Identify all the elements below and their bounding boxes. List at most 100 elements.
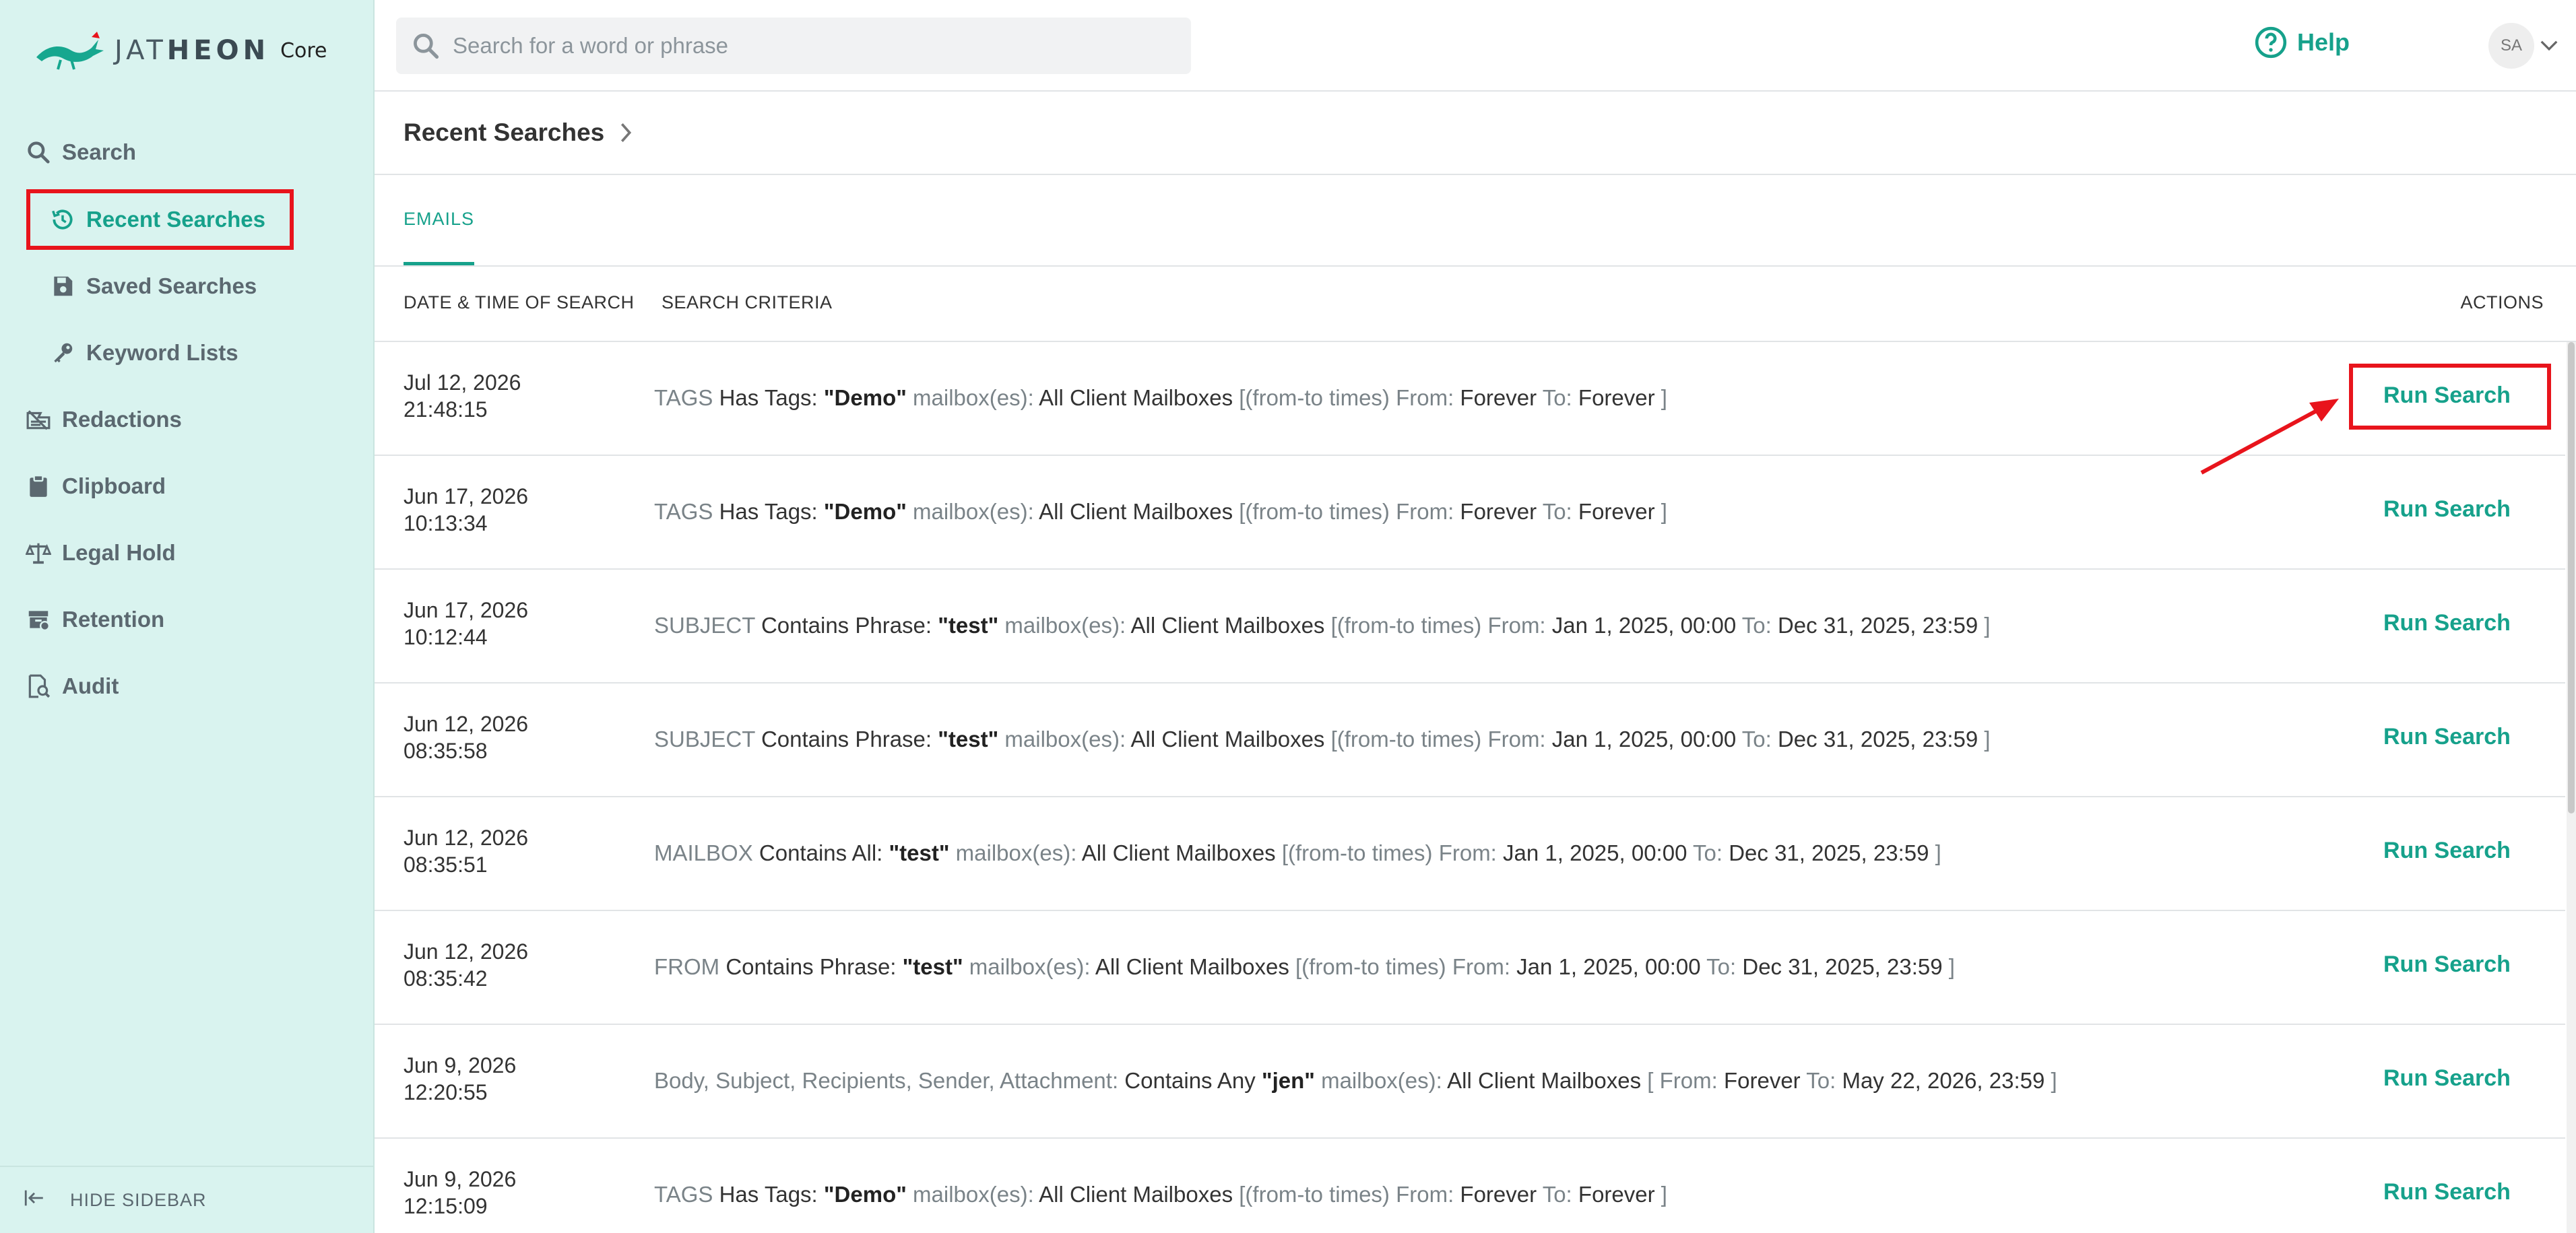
criteria-mailbox-label: mailbox(es): <box>1321 1068 1442 1093</box>
search-time: 12:20:55 <box>404 1080 488 1104</box>
criteria-range-open: [(from-to times) From: <box>1239 385 1454 410</box>
chevron-down-icon[interactable] <box>2539 38 2559 54</box>
redaction-icon <box>23 404 54 435</box>
history-icon <box>47 204 78 235</box>
chevron-right-icon <box>621 123 632 142</box>
search-criteria: TAGS Has Tags: "Demo" mailbox(es): All C… <box>654 499 1667 525</box>
top-bar: Help SA <box>375 0 2576 92</box>
search-datetime: Jun 9, 2026 12:15:09 <box>404 1166 516 1220</box>
search-date: Jun 17, 2026 <box>404 484 529 508</box>
criteria-to-label: To: <box>1741 613 1772 638</box>
search-criteria: SUBJECT Contains Phrase: "test" mailbox(… <box>654 727 1991 752</box>
tab-emails[interactable]: EMAILS <box>404 209 475 265</box>
search-date: Jun 12, 2026 <box>404 826 529 850</box>
search-input[interactable] <box>453 33 1126 59</box>
sidebar-item-legal-hold[interactable]: Legal Hold <box>0 525 176 581</box>
search-datetime: Jun 12, 2026 08:35:58 <box>404 710 528 764</box>
criteria-field: SUBJECT <box>654 727 755 752</box>
criteria-mailbox-label: mailbox(es): <box>913 499 1034 524</box>
run-search-button[interactable]: Run Search <box>2383 1065 2511 1092</box>
scrollbar-thumb[interactable] <box>2568 342 2575 813</box>
criteria-mailbox: All Client Mailboxes <box>1130 727 1325 752</box>
search-date: Jun 9, 2026 <box>404 1167 517 1191</box>
sidebar-item-clipboard[interactable]: Clipboard <box>0 458 166 514</box>
sidebar-item-audit[interactable]: Audit <box>0 658 119 714</box>
tab-bar: EMAILS <box>375 175 2576 267</box>
criteria-field: Body, Subject, Recipients, Sender, Attac… <box>654 1068 1119 1093</box>
product-name: Core <box>280 38 327 63</box>
brand-wordmark: JATHEON <box>115 35 270 66</box>
run-search-button[interactable]: Run Search <box>2383 952 2511 978</box>
clipboard-icon <box>23 471 54 502</box>
run-search-button[interactable]: Run Search <box>2383 496 2511 523</box>
table-row: Jun 9, 2026 12:20:55 Body, Subject, Reci… <box>375 1025 2565 1139</box>
criteria-field: TAGS <box>654 499 713 524</box>
search-datetime: Jun 12, 2026 08:35:42 <box>404 938 528 992</box>
search-icon <box>414 34 439 59</box>
user-avatar[interactable]: SA <box>2488 23 2534 69</box>
criteria-term: "Demo" <box>823 499 907 524</box>
search-icon <box>23 137 54 168</box>
sidebar-item-redactions[interactable]: Redactions <box>0 391 182 448</box>
search-time: 08:35:42 <box>404 966 488 991</box>
table-row: Jun 17, 2026 10:12:44 SUBJECT Contains P… <box>375 570 2565 684</box>
criteria-mailbox: All Client Mailboxes <box>1081 840 1276 865</box>
criteria-term: "jen" <box>1261 1068 1315 1093</box>
sidebar-item-label: Retention <box>62 607 165 632</box>
criteria-range-close: ] <box>1661 1182 1667 1207</box>
criteria-operator: Contains Phrase: <box>726 954 897 979</box>
global-search[interactable] <box>396 18 1191 74</box>
sidebar-item-label: Clipboard <box>62 473 166 498</box>
criteria-operator: Has Tags: <box>719 1182 818 1207</box>
criteria-range-close: ] <box>1661 499 1667 524</box>
search-date: Jun 17, 2026 <box>404 598 529 622</box>
sidebar-item-keyword-lists[interactable]: Keyword Lists <box>0 325 238 381</box>
search-datetime: Jun 17, 2026 10:12:44 <box>404 597 528 651</box>
sidebar-item-recent-searches[interactable]: Recent Searches <box>0 191 265 248</box>
sidebar-item-label: Audit <box>62 673 119 698</box>
search-criteria: SUBJECT Contains Phrase: "test" mailbox(… <box>654 613 1991 638</box>
sidebar-item-retention[interactable]: Retention <box>0 591 164 648</box>
criteria-field: MAILBOX <box>654 840 753 865</box>
help-circle-icon <box>2255 26 2287 59</box>
search-criteria: FROM Contains Phrase: "test" mailbox(es)… <box>654 954 1955 980</box>
key-icon <box>47 337 78 368</box>
table-row: Jun 12, 2026 08:35:42 FROM Contains Phra… <box>375 911 2565 1025</box>
criteria-field: TAGS <box>654 385 713 410</box>
criteria-from: Jan 1, 2025, 00:00 <box>1503 840 1687 865</box>
scales-icon <box>23 537 54 568</box>
search-date: Jun 12, 2026 <box>404 939 529 964</box>
run-search-button[interactable]: Run Search <box>2383 382 2511 409</box>
sidebar-item-saved-searches[interactable]: Saved Searches <box>0 258 257 314</box>
page-title[interactable]: Recent Searches <box>404 119 604 147</box>
run-search-button[interactable]: Run Search <box>2383 724 2511 750</box>
criteria-term: "test" <box>889 840 950 865</box>
search-time: 08:35:58 <box>404 739 488 763</box>
search-datetime: Jun 17, 2026 10:13:34 <box>404 483 528 537</box>
scrollbar[interactable] <box>2567 342 2576 1233</box>
sidebar-item-label: Redactions <box>62 407 182 432</box>
criteria-range-open: [(from-to times) From: <box>1239 499 1454 524</box>
run-search-button[interactable]: Run Search <box>2383 1179 2511 1205</box>
table-row: Jul 12, 2026 21:48:15 TAGS Has Tags: "De… <box>375 342 2565 456</box>
criteria-mailbox-label: mailbox(es): <box>1004 727 1126 752</box>
search-time: 10:13:34 <box>404 511 488 535</box>
criteria-term: "test" <box>938 727 999 752</box>
criteria-operator: Has Tags: <box>719 385 818 410</box>
sidebar-item-label: Search <box>62 139 137 164</box>
run-search-button[interactable]: Run Search <box>2383 610 2511 636</box>
search-time: 10:12:44 <box>404 625 488 649</box>
search-time: 08:35:51 <box>404 853 488 877</box>
help-link[interactable]: Help <box>2254 26 2350 59</box>
hide-sidebar-button[interactable]: HIDE SIDEBAR <box>0 1166 373 1233</box>
search-criteria: TAGS Has Tags: "Demo" mailbox(es): All C… <box>654 1182 1667 1207</box>
run-search-button[interactable]: Run Search <box>2383 838 2511 864</box>
search-datetime: Jul 12, 2026 21:48:15 <box>404 369 521 423</box>
table-header: DATE & TIME OF SEARCH SEARCH CRITERIA AC… <box>375 267 2576 342</box>
sidebar-item-search[interactable]: Search <box>0 124 136 180</box>
criteria-to: Forever <box>1578 1182 1655 1207</box>
jatheon-logo[interactable]: JATHEON Core <box>34 28 327 73</box>
criteria-mailbox-label: mailbox(es): <box>1004 613 1126 638</box>
criteria-field: TAGS <box>654 1182 713 1207</box>
criteria-field: SUBJECT <box>654 613 755 638</box>
